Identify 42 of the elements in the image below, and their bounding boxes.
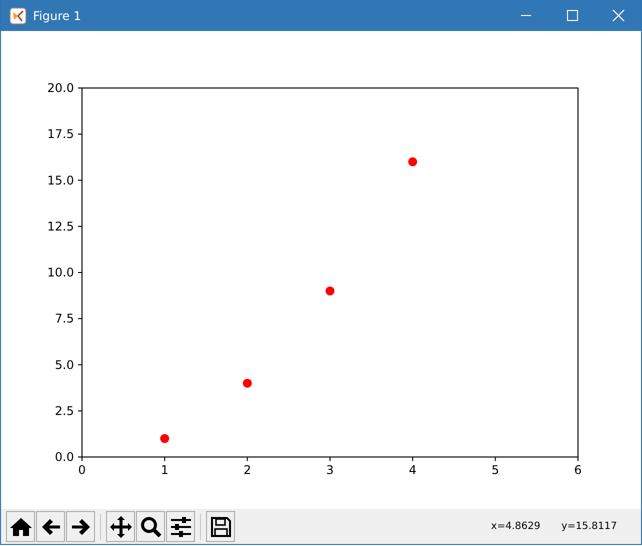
y-tick-label: 20.0 xyxy=(47,81,74,95)
x-tick-label: 1 xyxy=(160,463,168,477)
y-tick-label: 5.0 xyxy=(54,358,74,372)
x-tick xyxy=(246,456,248,462)
x-tick xyxy=(494,456,496,462)
y-tick xyxy=(78,180,82,181)
y-tick-label: 17.5 xyxy=(47,127,74,142)
y-tick xyxy=(78,134,82,135)
y-tick-label: 10.0 xyxy=(47,266,74,280)
forward-button[interactable] xyxy=(66,511,95,542)
y-tick-label: 2.5 xyxy=(54,404,74,418)
home-button[interactable] xyxy=(6,511,35,542)
y-tick-label: 0.0 xyxy=(54,450,74,464)
x-tick-label: 6 xyxy=(574,463,582,477)
window-title: Figure 1 xyxy=(33,8,82,22)
app-icon xyxy=(9,6,27,24)
y-tick xyxy=(78,226,82,227)
y-coordinate-readout: y=15.8117 xyxy=(561,521,617,532)
y-tick xyxy=(78,272,82,273)
x-tick-label: 3 xyxy=(326,463,334,477)
y-tick xyxy=(78,364,82,366)
sliders-icon xyxy=(168,514,192,538)
zoom-button[interactable] xyxy=(136,511,165,542)
y-tick-label: 7.5 xyxy=(54,312,74,326)
magnifier-icon xyxy=(138,514,162,538)
x-tick-label: 0 xyxy=(78,463,86,477)
y-tick xyxy=(78,410,82,412)
x-tick-label: 2 xyxy=(244,463,252,477)
x-tick-label: 4 xyxy=(408,463,416,477)
y-tick xyxy=(78,318,82,320)
x-coordinate-readout: x=4.8629 xyxy=(491,521,540,532)
pan-button[interactable] xyxy=(106,511,135,542)
back-button[interactable] xyxy=(36,511,65,542)
y-tick-label: 12.5 xyxy=(47,219,74,234)
x-tick-label: 5 xyxy=(492,463,500,477)
y-tick-label: 15.0 xyxy=(47,173,74,188)
move-arrows-icon xyxy=(108,514,132,538)
y-tick xyxy=(78,456,82,458)
configure-button[interactable] xyxy=(166,511,195,542)
x-tick xyxy=(412,456,414,462)
save-button[interactable] xyxy=(206,511,235,542)
x-tick xyxy=(164,456,166,462)
